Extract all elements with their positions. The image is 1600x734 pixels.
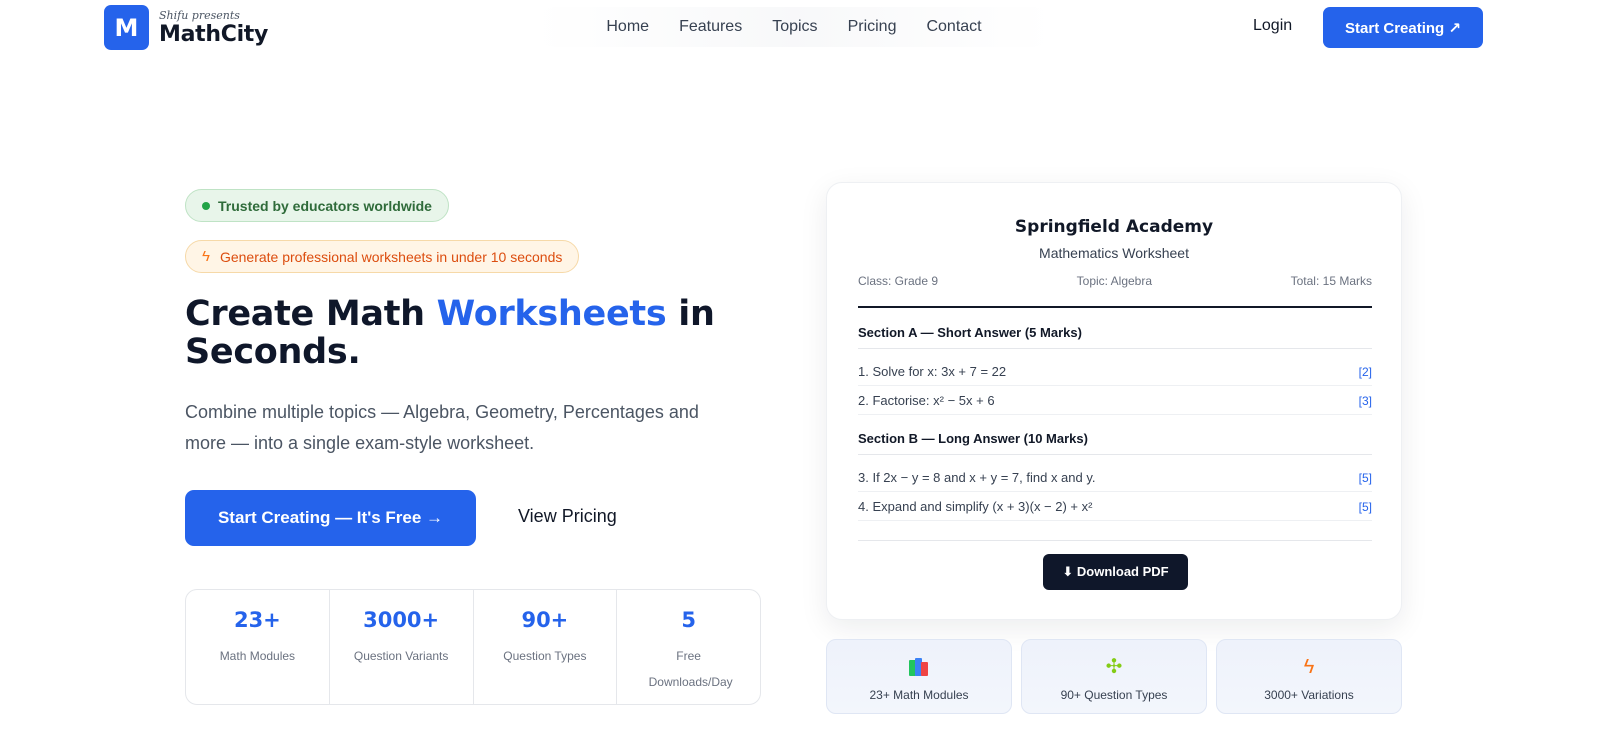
logo[interactable]: M Shifu presents MathCity xyxy=(104,5,268,50)
feature-tiles: 23+ Math Modules ✣ 90+ Question Types ϟ … xyxy=(826,639,1402,714)
feature-label: 23+ Math Modules xyxy=(869,688,969,702)
stat-label: Question Types xyxy=(503,649,587,663)
logo-mark: M xyxy=(104,5,149,50)
nav-topics[interactable]: Topics xyxy=(772,18,817,36)
worksheet-topic: Topic: Algebra xyxy=(1076,274,1153,288)
feature-tile: ϟ 3000+ Variations xyxy=(1216,639,1402,714)
question-row: 4. Expand and simplify (x + 3)(x − 2) + … xyxy=(858,493,1372,521)
stat-item: 5 Free Downloads/Day xyxy=(617,590,760,704)
stat-label: Math Modules xyxy=(219,649,296,663)
worksheet-meta: Class: Grade 9 Topic: Algebra Total: 15 … xyxy=(858,274,1372,288)
question-text: 4. Expand and simplify (x + 3)(x − 2) + … xyxy=(858,499,1093,514)
worksheet-total: Total: 15 Marks xyxy=(1290,274,1372,288)
stat-value: 90+ xyxy=(521,608,569,632)
question-marks: [3] xyxy=(1358,393,1372,408)
worksheet-preview-card: Springfield Academy Mathematics Workshee… xyxy=(826,182,1402,620)
download-pdf-button[interactable]: ⬇ Download PDF xyxy=(1043,554,1188,590)
stat-value: 5 xyxy=(681,608,696,632)
divider xyxy=(858,306,1372,308)
feature-label: 3000+ Variations xyxy=(1264,688,1354,702)
books-icon xyxy=(909,656,929,678)
lightning-icon: ϟ xyxy=(1303,656,1315,678)
section-a-heading: Section A — Short Answer (5 Marks) xyxy=(858,325,1372,349)
question-row: 3. If 2x − y = 8 and x + y = 7, find x a… xyxy=(858,464,1372,492)
site-header: M Shifu presents MathCity Home Features … xyxy=(0,0,1600,56)
nav-home[interactable]: Home xyxy=(606,18,649,36)
feature-label: 90+ Question Types xyxy=(1060,688,1168,702)
speed-badge: ϟ Generate professional worksheets in un… xyxy=(185,240,580,273)
speed-badge-label: Generate professional worksheets in unde… xyxy=(219,248,563,265)
question-row: 2. Factorise: x² − 5x + 6 [3] xyxy=(858,387,1372,415)
main-nav: Home Features Topics Pricing Contact xyxy=(534,7,1054,47)
worksheet-title: Mathematics Worksheet xyxy=(1039,245,1189,261)
question-marks: [2] xyxy=(1358,364,1372,379)
stats-panel: 23+ Math Modules 3000+ Question Variants… xyxy=(185,589,761,705)
hero-title: Create Math Worksheets in Seconds. xyxy=(185,295,745,371)
nav-pricing[interactable]: Pricing xyxy=(848,18,897,36)
worksheet-class: Class: Grade 9 xyxy=(858,274,939,288)
view-pricing-link[interactable]: View Pricing xyxy=(518,506,617,527)
question-text: 1. Solve for x: 3x + 7 = 22 xyxy=(858,364,1007,379)
question-row: 1. Solve for x: 3x + 7 = 22 [2] xyxy=(858,358,1372,386)
divider xyxy=(858,540,1372,541)
stat-value: 23+ xyxy=(233,608,281,632)
hero-title-accent: Worksheets xyxy=(436,294,667,334)
feature-tile: 23+ Math Modules xyxy=(826,639,1012,714)
question-marks: [5] xyxy=(1358,470,1372,485)
logo-text: Shifu presents MathCity xyxy=(159,10,268,46)
logo-tagline: Shifu presents xyxy=(159,8,240,22)
logo-name: MathCity xyxy=(159,21,269,47)
stat-value: 3000+ xyxy=(363,608,440,632)
login-link[interactable]: Login xyxy=(1253,17,1292,35)
feature-tile: ✣ 90+ Question Types xyxy=(1021,639,1207,714)
question-text: 3. If 2x − y = 8 and x + y = 7, find x a… xyxy=(858,470,1096,485)
section-b-heading: Section B — Long Answer (10 Marks) xyxy=(858,431,1372,455)
hero-title-part1: Create Math xyxy=(185,294,437,334)
stat-item: 3000+ Question Variants xyxy=(330,590,474,704)
start-creating-free-button[interactable]: Start Creating — It's Free → xyxy=(185,490,476,546)
puzzle-icon: ✣ xyxy=(1105,656,1123,678)
stat-item: 23+ Math Modules xyxy=(186,590,330,704)
header-start-creating-button[interactable]: Start Creating ↗ xyxy=(1323,7,1483,48)
question-marks: [5] xyxy=(1358,499,1372,514)
trusted-badge-label: Trusted by educators worldwide xyxy=(218,197,432,214)
nav-contact[interactable]: Contact xyxy=(926,18,981,36)
hero-subtitle: Combine multiple topics — Algebra, Geome… xyxy=(185,402,699,453)
stat-item: 90+ Question Types xyxy=(474,590,618,704)
trusted-badge: Trusted by educators worldwide xyxy=(185,189,449,222)
question-text: 2. Factorise: x² − 5x + 6 xyxy=(858,393,995,408)
nav-features[interactable]: Features xyxy=(679,18,742,36)
stat-label: Free Downloads/Day xyxy=(648,649,733,689)
worksheet-school: Springfield Academy xyxy=(1014,217,1214,237)
stat-label: Question Variants xyxy=(353,649,449,663)
lightning-icon: ϟ xyxy=(202,248,210,265)
status-dot-icon xyxy=(202,201,210,210)
